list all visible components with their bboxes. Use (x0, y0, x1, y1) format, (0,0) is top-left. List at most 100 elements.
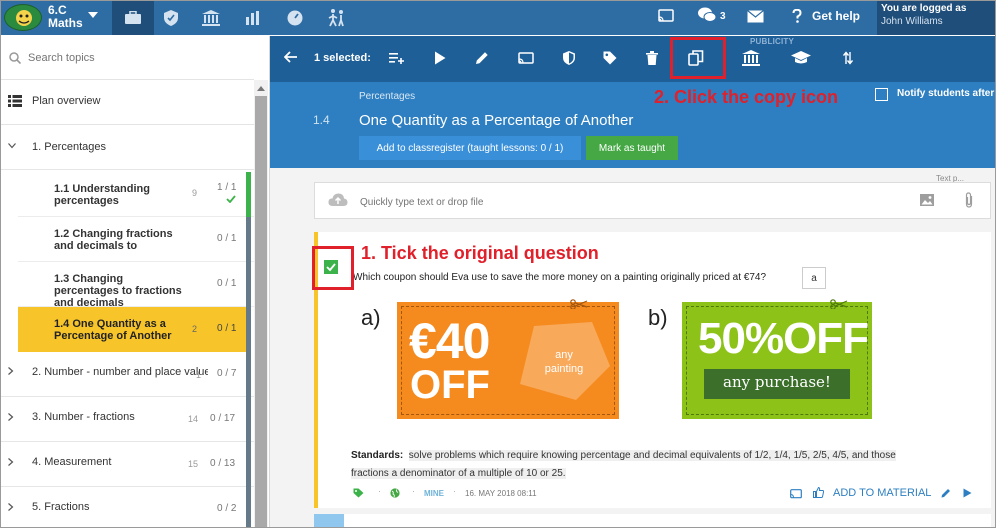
subtopic-progress: 0 / 1 (217, 278, 237, 289)
subtopic-label: 1.1 Understanding percentages (54, 183, 150, 207)
breadcrumb[interactable]: Percentages (359, 91, 415, 102)
add-to-material-link[interactable]: ADD TO MATERIAL (833, 487, 931, 499)
subtopic-progress: 0 / 1 (217, 323, 237, 334)
topic-progress: 0 / 7 (217, 368, 237, 379)
help-question-icon[interactable] (792, 9, 802, 23)
list-icon (8, 95, 22, 107)
next-card-stripe (314, 514, 344, 528)
back-arrow-icon[interactable] (284, 51, 298, 63)
topic-count: 1 (196, 370, 202, 380)
option-b-label: b) (648, 305, 668, 330)
paperclip-icon[interactable] (964, 192, 974, 208)
created-date: 16. MAY 2018 08:11 (465, 489, 537, 498)
pencil-icon[interactable] (466, 40, 498, 76)
meta-separator: · (412, 486, 415, 496)
chevron-right-icon[interactable] (8, 413, 14, 421)
sidebar-scrollbar-thumb[interactable] (255, 96, 267, 528)
tag-icon[interactable] (353, 488, 364, 498)
standards-label: Standards: (351, 450, 404, 461)
image-icon[interactable] (920, 194, 934, 206)
trash-icon[interactable] (636, 40, 668, 76)
standards-text: Standards: solve problems which require … (351, 447, 951, 483)
quick-text-input[interactable] (360, 195, 760, 209)
selected-count-label: 1 selected: (314, 52, 371, 64)
play-icon[interactable] (424, 40, 456, 76)
thumbs-up-icon[interactable] (813, 487, 824, 498)
globe-icon[interactable] (390, 488, 400, 498)
progress-indicator (246, 352, 251, 397)
subtopic-progress: 0 / 1 (217, 233, 237, 244)
topic-progress: 0 / 2 (217, 503, 237, 514)
scissors-icon (570, 299, 588, 309)
coupon-a-off: OFF (410, 363, 490, 407)
add-to-classregister-button[interactable]: Add to classregister (taught lessons: 0 … (359, 136, 581, 160)
chevron-right-icon[interactable] (8, 367, 14, 375)
scissors-icon (830, 299, 848, 309)
progress-indicator (246, 487, 251, 528)
add-to-list-icon[interactable] (381, 40, 413, 76)
topic-count: 15 (188, 459, 199, 469)
students-walking-icon[interactable] (316, 0, 358, 35)
progress-indicator (246, 217, 251, 262)
coupon-b-note: any purchase! (723, 373, 831, 391)
institution-icon[interactable] (735, 40, 767, 76)
topic-progress: 0 / 13 (210, 458, 236, 469)
chevron-right-icon[interactable] (8, 503, 14, 511)
next-question-card[interactable] (344, 514, 991, 528)
chevron-down-icon (88, 12, 98, 18)
subtopic-label: 1.4 One Quantity as a Percentage of Anot… (54, 318, 172, 342)
scroll-up-arrow-icon[interactable] (257, 86, 265, 91)
institution-icon[interactable] (190, 0, 232, 35)
mark-as-taught-button[interactable]: Mark as taught (586, 136, 678, 160)
get-help-link[interactable]: Get help (812, 9, 860, 23)
coupon-a-amount: €40 (409, 313, 490, 369)
topic-number: 1.4 (313, 113, 330, 127)
coupon-a-note: any painting (544, 349, 584, 375)
search-input[interactable] (28, 50, 248, 66)
chevron-down-icon[interactable] (8, 143, 16, 149)
topic-count: 14 (188, 414, 199, 424)
briefcase-icon[interactable] (112, 0, 154, 35)
envelope-icon[interactable] (747, 10, 764, 23)
cloud-upload-icon[interactable] (328, 193, 348, 207)
shield-icon[interactable] (553, 40, 585, 76)
notify-students-checkbox[interactable] (875, 88, 888, 101)
progress-indicator (246, 442, 251, 487)
topic-label: 1. Percentages (32, 141, 106, 153)
topic-label: 5. Fractions (32, 501, 90, 513)
subtopic-count: 9 (192, 188, 198, 198)
option-a-label: a) (361, 305, 381, 330)
annotation-box-copy (670, 37, 726, 79)
school-logo-icon (4, 4, 42, 31)
sort-arrows-icon[interactable] (832, 40, 864, 76)
topic-label: 2. Number - number and place value (32, 366, 208, 378)
graduation-cap-icon[interactable] (785, 40, 817, 76)
progress-indicator (246, 172, 251, 217)
cast-icon[interactable] (510, 40, 542, 76)
logged-in-panel[interactable]: You are logged as John Williams (877, 0, 996, 35)
subtopic-label: 1.3 Changing percentages to fractions an… (54, 273, 182, 309)
annotation-step-1: 1. Tick the original question (361, 243, 599, 263)
tag-icon[interactable] (594, 40, 626, 76)
chevron-right-icon[interactable] (8, 458, 14, 466)
bar-chart-icon[interactable] (232, 0, 274, 35)
logged-in-label: You are logged as (881, 3, 967, 14)
class-selector[interactable]: 6.C Maths (0, 0, 112, 35)
shield-icon[interactable] (150, 0, 192, 35)
subtopic-label: 1.2 Changing fractions and decimals to (54, 228, 173, 252)
cast-icon[interactable] (658, 9, 674, 23)
standards-line-1: solve problems which require knowing per… (408, 450, 896, 461)
annotation-step-2: 2. Click the copy icon (654, 87, 839, 107)
play-icon[interactable] (963, 488, 972, 498)
pencil-icon[interactable] (941, 488, 951, 498)
page-title: One Quantity as a Percentage of Another (359, 112, 634, 129)
annotation-box-checkbox (312, 246, 354, 290)
progress-indicator (246, 307, 251, 352)
cast-icon[interactable] (790, 489, 802, 499)
subtopic-progress: 1 / 1 (217, 182, 237, 193)
answer-field[interactable]: a (802, 267, 826, 289)
search-icon (9, 52, 21, 64)
chat-bubbles-icon[interactable] (697, 7, 717, 23)
gauge-icon[interactable] (274, 0, 316, 35)
selection-toolbar (270, 36, 996, 82)
